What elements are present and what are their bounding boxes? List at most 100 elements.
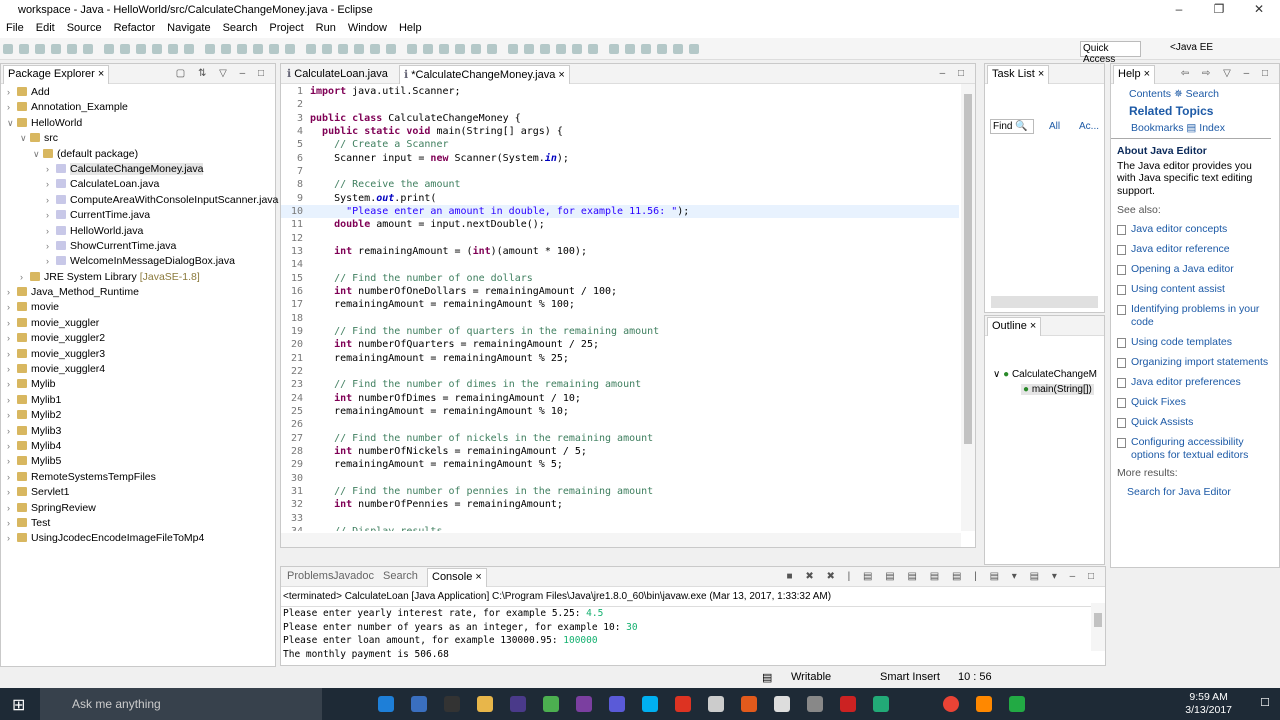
toolbar-button-icon[interactable] xyxy=(306,44,316,54)
tab-console[interactable]: Console × xyxy=(427,568,487,587)
code-line[interactable]: 8 // Receive the amount xyxy=(281,178,959,191)
toolbar-button-icon[interactable] xyxy=(572,44,582,54)
chevron-right-icon[interactable]: › xyxy=(46,210,56,220)
file-explorer-icon[interactable] xyxy=(477,696,493,712)
toolbar-button-icon[interactable] xyxy=(338,44,348,54)
toolbar-button-icon[interactable] xyxy=(168,44,178,54)
menu-file[interactable]: File xyxy=(0,20,30,34)
help-link[interactable]: Opening a Java editor xyxy=(1117,263,1279,276)
tab-search[interactable]: Search xyxy=(379,570,422,582)
menu-help[interactable]: Help xyxy=(393,20,428,34)
app-icon[interactable] xyxy=(411,696,427,712)
maximize-button[interactable]: ❐ xyxy=(1204,2,1234,16)
chevron-right-icon[interactable]: › xyxy=(7,441,17,451)
console-controls[interactable]: ■ ✖ ✖ | ▤ ▤ ▤ ▤ ▤ | ▤ ▾ ▤ ▾ – □ xyxy=(787,571,1099,582)
tab-outline[interactable]: Outline × xyxy=(987,317,1042,336)
eclipse-icon[interactable] xyxy=(510,696,526,712)
toolbar-button-icon[interactable] xyxy=(136,44,146,54)
toolbar-button-icon[interactable] xyxy=(67,44,77,54)
toolbar-button-icon[interactable] xyxy=(556,44,566,54)
toolbar-button-icon[interactable] xyxy=(253,44,263,54)
toolbar-button-icon[interactable] xyxy=(205,44,215,54)
toolbar-button-icon[interactable] xyxy=(51,44,61,54)
minimize-button[interactable]: – xyxy=(1164,2,1194,16)
edge-icon[interactable] xyxy=(378,696,394,712)
toolbar-button-icon[interactable] xyxy=(120,44,130,54)
help-controls[interactable]: ⇦ ⇨ ▽ – □ xyxy=(1181,68,1273,79)
toolbar-button-icon[interactable] xyxy=(407,44,417,54)
code-line[interactable]: 34 // Display results xyxy=(281,525,959,531)
editor-vertical-scrollbar[interactable] xyxy=(961,84,975,531)
tree-item[interactable]: › Add xyxy=(1,86,275,101)
tree-item[interactable]: › ShowCurrentTime.java xyxy=(1,240,275,255)
editor-horizontal-scrollbar[interactable] xyxy=(281,533,961,547)
menu-edit[interactable]: Edit xyxy=(30,20,61,34)
code-line[interactable]: 20 int numberOfQuarters = remainingAmoun… xyxy=(281,338,959,351)
app-icon[interactable] xyxy=(807,696,823,712)
code-line[interactable]: 14 xyxy=(281,258,959,271)
chevron-down-icon[interactable]: ∨ xyxy=(20,133,30,144)
toolbar-button-icon[interactable] xyxy=(625,44,635,54)
chevron-right-icon[interactable]: › xyxy=(7,318,17,328)
chevron-right-icon[interactable]: › xyxy=(46,256,56,266)
code-line[interactable]: 13 int remainingAmount = (int)(amount * … xyxy=(281,245,959,258)
toolbar-button-icon[interactable] xyxy=(83,44,93,54)
help-related-topics[interactable]: Related Topics xyxy=(1117,104,1271,118)
chevron-right-icon[interactable]: › xyxy=(7,518,17,528)
code-line[interactable]: 18 xyxy=(281,312,959,325)
code-line[interactable]: 26 xyxy=(281,418,959,431)
task-find-input[interactable]: Find 🔍 xyxy=(990,119,1034,134)
code-line[interactable]: 29 remainingAmount = remainingAmount % 5… xyxy=(281,458,959,471)
chevron-right-icon[interactable]: › xyxy=(46,241,56,251)
app-icon[interactable] xyxy=(609,696,625,712)
help-link[interactable]: Quick Assists xyxy=(1117,416,1279,429)
toolbar-button-icon[interactable] xyxy=(237,44,247,54)
tree-item[interactable]: › Mylib xyxy=(1,378,275,393)
code-editor[interactable]: – □ ℹ CalculateLoan.java ℹ *CalculateChang… xyxy=(280,63,976,548)
code-line[interactable]: 7 xyxy=(281,165,959,178)
tree-item[interactable]: › CalculateLoan.java xyxy=(1,178,275,193)
menu-run[interactable]: Run xyxy=(310,20,342,34)
code-line[interactable]: 19 // Find the number of quarters in the… xyxy=(281,325,959,338)
tab-task-list[interactable]: Task List × xyxy=(987,65,1050,84)
code-line[interactable]: 1 import java.util.Scanner; xyxy=(281,85,959,98)
store-icon[interactable] xyxy=(444,696,460,712)
help-link[interactable]: Quick Fixes xyxy=(1117,396,1279,409)
task-filter-all[interactable]: All xyxy=(1049,121,1060,132)
code-line[interactable]: 32 int numberOfPennies = remainingAmount… xyxy=(281,498,959,511)
chevron-right-icon[interactable]: › xyxy=(46,179,56,189)
chevron-right-icon[interactable]: › xyxy=(7,379,17,389)
toolbar-button-icon[interactable] xyxy=(689,44,699,54)
chevron-right-icon[interactable]: › xyxy=(20,272,30,282)
toolbar-button-icon[interactable] xyxy=(152,44,162,54)
tree-item[interactable]: › Mylib1 xyxy=(1,394,275,409)
code-line[interactable]: 30 xyxy=(281,472,959,485)
tree-item[interactable]: › Servlet1 xyxy=(1,486,275,501)
code-line[interactable]: 25 remainingAmount = remainingAmount % 1… xyxy=(281,405,959,418)
chevron-right-icon[interactable]: › xyxy=(7,410,17,420)
toolbar-button-icon[interactable] xyxy=(540,44,550,54)
tree-item[interactable]: ∨ src xyxy=(1,132,275,147)
toolbar-button-icon[interactable] xyxy=(524,44,534,54)
toolbar-button-icon[interactable] xyxy=(386,44,396,54)
chevron-right-icon[interactable]: › xyxy=(46,195,56,205)
tree-item[interactable]: › Mylib2 xyxy=(1,409,275,424)
help-bookmarks-link[interactable]: Bookmarks xyxy=(1131,122,1184,134)
code-line[interactable]: 27 // Find the number of nickels in the … xyxy=(281,432,959,445)
toolbar-button-icon[interactable] xyxy=(641,44,651,54)
menu-window[interactable]: Window xyxy=(342,20,393,34)
tree-item[interactable]: › movie xyxy=(1,301,275,316)
pdf-icon[interactable] xyxy=(840,696,856,712)
toolbar-button-icon[interactable] xyxy=(35,44,45,54)
chrome-icon[interactable] xyxy=(943,696,959,712)
toolbar-button-icon[interactable] xyxy=(184,44,194,54)
toolbar-button-icon[interactable] xyxy=(471,44,481,54)
tree-item[interactable]: › Mylib3 xyxy=(1,425,275,440)
editor-controls[interactable]: – □ xyxy=(940,68,969,79)
chevron-right-icon[interactable]: › xyxy=(7,287,17,297)
chevron-right-icon[interactable]: › xyxy=(7,333,17,343)
tree-item[interactable]: › WelcomeInMessageDialogBox.java xyxy=(1,255,275,270)
tree-item[interactable]: › Mylib4 xyxy=(1,440,275,455)
tree-item[interactable]: › movie_xuggler4 xyxy=(1,363,275,378)
toolbar-button-icon[interactable] xyxy=(423,44,433,54)
